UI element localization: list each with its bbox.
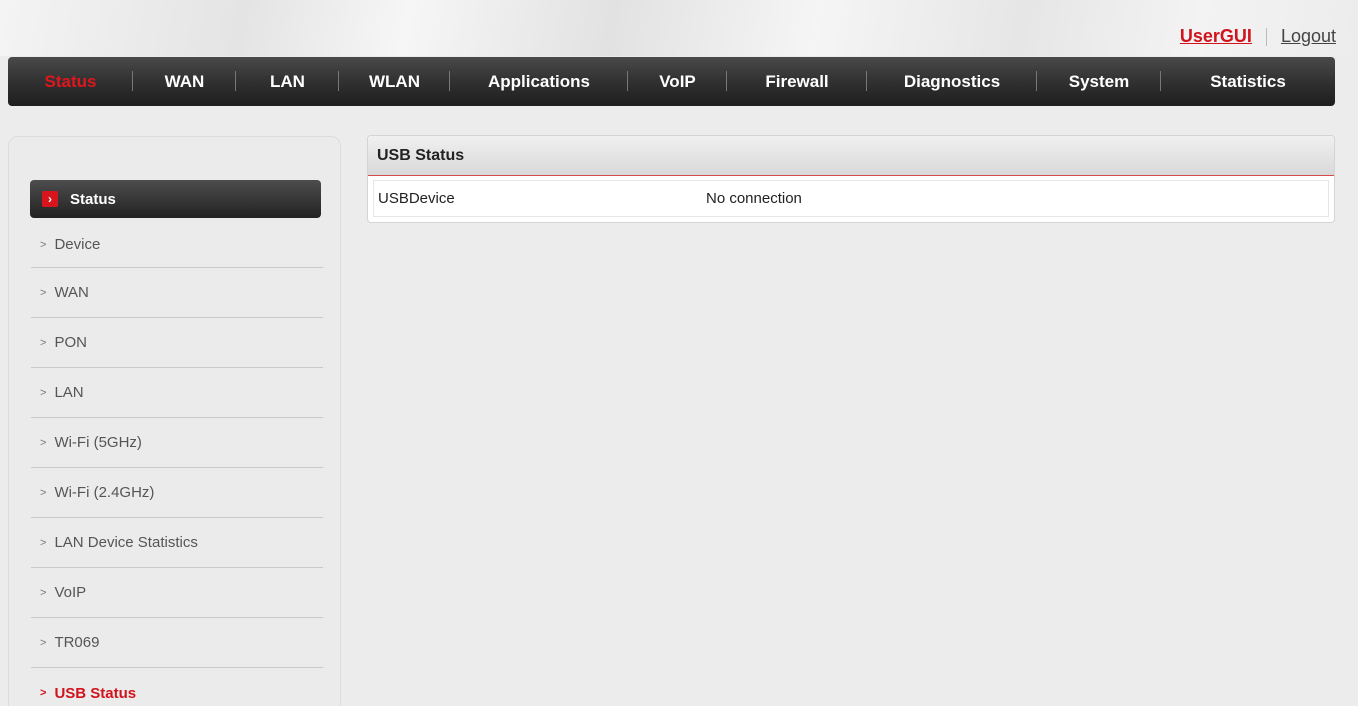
usergui-link[interactable]: UserGUI: [1180, 26, 1252, 47]
sidebar-item-label: VoIP: [54, 584, 87, 601]
table-row: USBDevice No connection: [373, 180, 1329, 217]
nav-firewall[interactable]: Firewall: [727, 57, 867, 106]
nav-statistics[interactable]: Statistics: [1161, 57, 1335, 106]
main-nav: Status WAN LAN WLAN Applications VoIP Fi…: [8, 57, 1335, 106]
chevron-right-icon: >: [40, 286, 47, 299]
nav-status[interactable]: Status: [8, 57, 133, 106]
sidebar-item-usb-status[interactable]: > USB Status: [31, 668, 323, 706]
nav-lan[interactable]: LAN: [236, 57, 339, 106]
chevron-right-icon: >: [40, 238, 47, 251]
sidebar-heading[interactable]: › Status: [30, 180, 321, 218]
logout-link[interactable]: Logout: [1281, 26, 1336, 47]
sidebar: › Status > Device > WAN > PON > LAN > Wi-Fi (…: [8, 136, 341, 706]
nav-system[interactable]: System: [1037, 57, 1161, 106]
sidebar-item-wifi-24ghz[interactable]: > Wi-Fi (2.4GHz): [31, 468, 323, 518]
sidebar-item-wan[interactable]: > WAN: [31, 268, 323, 318]
sidebar-item-pon[interactable]: > PON: [31, 318, 323, 368]
nav-applications[interactable]: Applications: [450, 57, 628, 106]
sidebar-heading-label: Status: [70, 190, 116, 208]
usb-status-panel: USB Status USBDevice No connection: [367, 135, 1335, 223]
usb-device-value: No connection: [706, 190, 802, 207]
sidebar-item-label: LAN: [54, 384, 84, 401]
header-background: [0, 0, 1358, 56]
chevron-right-icon: ›: [42, 191, 58, 207]
chevron-right-icon: >: [40, 486, 47, 499]
sidebar-item-tr069[interactable]: > TR069: [31, 618, 323, 668]
top-links: UserGUI Logout: [1180, 26, 1336, 47]
nav-wan[interactable]: WAN: [133, 57, 236, 106]
sidebar-item-label: Wi-Fi (2.4GHz): [54, 484, 155, 501]
sidebar-item-label: TR069: [54, 634, 100, 651]
sidebar-item-device[interactable]: > Device: [31, 222, 323, 268]
chevron-right-icon: >: [40, 436, 47, 449]
link-separator: [1265, 27, 1267, 46]
nav-wlan[interactable]: WLAN: [339, 57, 450, 106]
chevron-right-icon: >: [40, 336, 47, 349]
chevron-right-icon: >: [40, 586, 47, 599]
sidebar-item-label: Wi-Fi (5GHz): [54, 434, 142, 451]
nav-diagnostics[interactable]: Diagnostics: [867, 57, 1037, 106]
chevron-right-icon: >: [40, 386, 47, 399]
nav-voip[interactable]: VoIP: [628, 57, 727, 106]
sidebar-item-lan-device-statistics[interactable]: > LAN Device Statistics: [31, 518, 323, 568]
sidebar-item-lan[interactable]: > LAN: [31, 368, 323, 418]
panel-title: USB Status: [368, 136, 1334, 176]
sidebar-item-label: PON: [54, 334, 87, 351]
usb-device-label: USBDevice: [378, 190, 455, 207]
sidebar-item-label: Device: [54, 236, 101, 253]
sidebar-item-label: USB Status: [54, 684, 137, 702]
sidebar-item-label: LAN Device Statistics: [54, 534, 198, 551]
chevron-right-icon: >: [40, 636, 47, 649]
sidebar-item-wifi-5ghz[interactable]: > Wi-Fi (5GHz): [31, 418, 323, 468]
sidebar-item-label: WAN: [54, 284, 89, 301]
sidebar-item-voip[interactable]: > VoIP: [31, 568, 323, 618]
chevron-right-icon: >: [40, 536, 47, 549]
sidebar-menu: > Device > WAN > PON > LAN > Wi-Fi (5GHz) > Wi…: [31, 222, 323, 706]
chevron-right-icon: >: [40, 687, 47, 699]
